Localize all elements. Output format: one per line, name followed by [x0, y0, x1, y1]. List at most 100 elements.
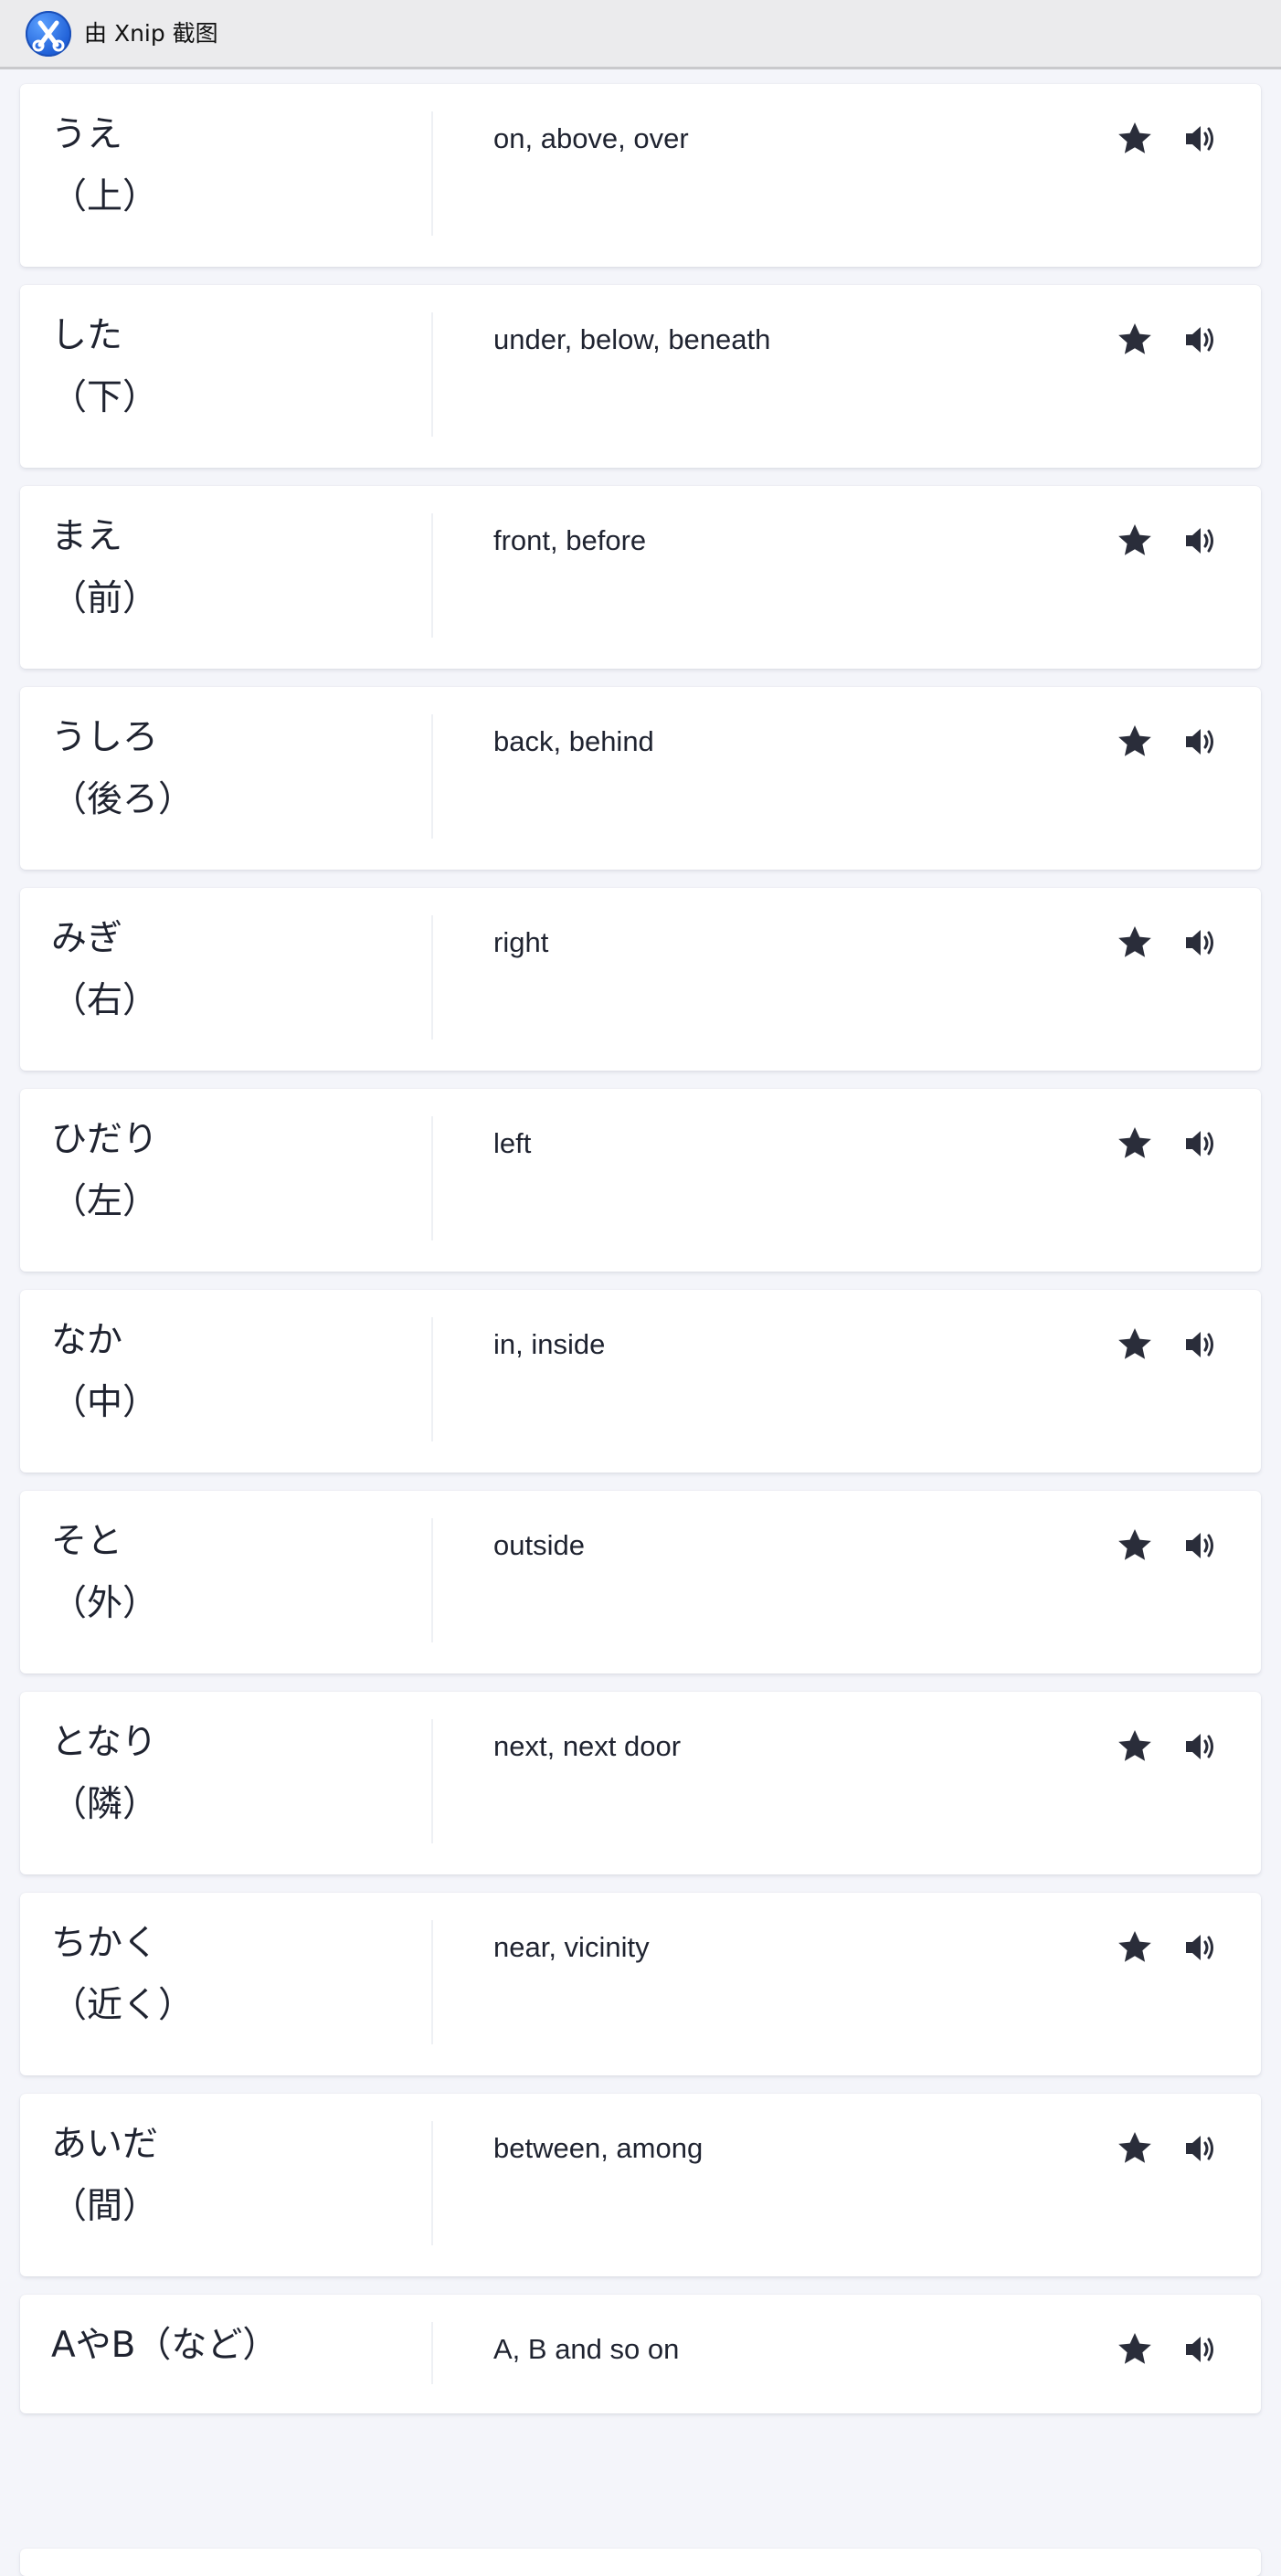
star-icon [1118, 725, 1151, 756]
vocab-card: あいだ （間） between, among [20, 2094, 1261, 2276]
term-kanji: （間） [51, 2186, 159, 2227]
star-icon [1118, 926, 1151, 957]
term-reading: うえ [51, 114, 123, 155]
term-reading: みぎ [51, 918, 123, 959]
term-reading: なか [51, 1320, 123, 1361]
term-kanji: （外） [51, 1583, 159, 1624]
favorite-button[interactable] [1115, 2128, 1155, 2169]
term-kanji: （上） [51, 176, 159, 217]
term-reading: うしろ [51, 717, 159, 758]
speaker-icon [1186, 1533, 1213, 1558]
play-audio-button[interactable] [1180, 923, 1221, 963]
term-kanji: （下） [51, 377, 159, 418]
vocab-card: ちかく （近く） near, vicinity [20, 1893, 1261, 2075]
favorite-button[interactable] [1115, 722, 1155, 762]
term-meaning: on, above, over [493, 122, 689, 154]
speaker-icon [1186, 2337, 1213, 2362]
term-kanji: （左） [51, 1181, 159, 1222]
xnip-logo-icon [26, 11, 71, 57]
star-icon [1118, 323, 1151, 354]
play-audio-button[interactable] [1180, 1526, 1221, 1566]
vocab-card: みぎ （右） right [20, 888, 1261, 1071]
term-kanji: （前） [51, 578, 159, 619]
speaker-icon [1186, 2136, 1213, 2161]
play-audio-button[interactable] [1180, 722, 1221, 762]
speaker-icon [1186, 126, 1213, 152]
term-reading: となり [51, 1722, 157, 1763]
vocab-card: まえ （前） front, before [20, 486, 1261, 669]
term-kanji: （右） [51, 980, 159, 1021]
vocab-card: AやB（など） A, B and so on [20, 2295, 1261, 2413]
card-divider [431, 111, 433, 236]
card-divider [431, 1317, 433, 1441]
favorite-button[interactable] [1115, 119, 1155, 159]
play-audio-button[interactable] [1180, 320, 1221, 360]
speaker-icon [1186, 1131, 1213, 1156]
term-reading: ひだり [51, 1119, 159, 1160]
window-titlebar: 由 Xnip 截图 [0, 0, 1281, 69]
term-meaning: back, behind [493, 725, 654, 757]
speaker-icon [1186, 1332, 1213, 1357]
term-meaning: next, next door [493, 1730, 682, 1762]
play-audio-button[interactable] [1180, 1927, 1221, 1968]
favorite-button[interactable] [1115, 1526, 1155, 1566]
star-icon [1118, 1127, 1151, 1158]
favorite-button[interactable] [1115, 1927, 1155, 1968]
speaker-icon [1186, 729, 1213, 755]
term-reading: あいだ [51, 2124, 159, 2165]
play-audio-button[interactable] [1180, 1726, 1221, 1767]
play-audio-button[interactable] [1180, 2329, 1221, 2370]
play-audio-button[interactable] [1180, 2128, 1221, 2169]
card-divider [431, 1719, 433, 1843]
card-divider [431, 1920, 433, 2044]
favorite-button[interactable] [1115, 1124, 1155, 1164]
favorite-button[interactable] [1115, 320, 1155, 360]
card-divider [431, 2322, 433, 2384]
vocab-card: した （下） under, below, beneath [20, 285, 1261, 468]
vocab-card: となり （隣） next, next door [20, 1692, 1261, 1874]
titlebar-caption: 由 Xnip 截图 [84, 20, 218, 47]
vocab-card: なか （中） in, inside [20, 1290, 1261, 1473]
star-icon [1118, 2333, 1151, 2364]
favorite-button[interactable] [1115, 923, 1155, 963]
term-meaning: A, B and so on [493, 2333, 680, 2365]
term-kanji: （近く） [51, 1985, 195, 2026]
term-meaning: in, inside [493, 1328, 606, 1360]
favorite-button[interactable] [1115, 2329, 1155, 2370]
term-kanji: （中） [51, 1382, 159, 1423]
term-meaning: under, below, beneath [493, 323, 771, 355]
card-divider [431, 915, 433, 1040]
star-icon [1118, 122, 1151, 153]
speaker-icon [1186, 1734, 1213, 1759]
speaker-icon [1186, 528, 1213, 554]
speaker-icon [1186, 327, 1213, 353]
vocab-card: うえ （上） on, above, over [20, 84, 1261, 267]
favorite-button[interactable] [1115, 1726, 1155, 1767]
term-meaning: left [493, 1127, 532, 1159]
star-icon [1118, 524, 1151, 555]
star-icon [1118, 1931, 1151, 1962]
card-divider [431, 2121, 433, 2245]
star-icon [1118, 1730, 1151, 1761]
term-meaning: outside [493, 1529, 585, 1561]
term-kanji: （後ろ） [51, 779, 195, 820]
speaker-icon [1186, 930, 1213, 955]
favorite-button[interactable] [1115, 1325, 1155, 1365]
term-kanji: （隣） [51, 1784, 159, 1825]
term-reading: そと [51, 1521, 123, 1562]
vocab-card: ひだり （左） left [20, 1089, 1261, 1272]
vocab-card: うしろ （後ろ） back, behind [20, 687, 1261, 870]
play-audio-button[interactable] [1180, 1325, 1221, 1365]
term-meaning: right [493, 926, 549, 958]
play-audio-button[interactable] [1180, 1124, 1221, 1164]
term-reading: AやB（など） [51, 2325, 279, 2366]
term-meaning: near, vicinity [493, 1931, 650, 1963]
vocab-card: そと （外） outside [20, 1491, 1261, 1673]
favorite-button[interactable] [1115, 521, 1155, 561]
star-icon [1118, 1328, 1151, 1359]
play-audio-button[interactable] [1180, 521, 1221, 561]
star-icon [1118, 1529, 1151, 1560]
term-meaning: front, before [493, 524, 647, 556]
play-audio-button[interactable] [1180, 119, 1221, 159]
speaker-icon [1186, 1935, 1213, 1960]
